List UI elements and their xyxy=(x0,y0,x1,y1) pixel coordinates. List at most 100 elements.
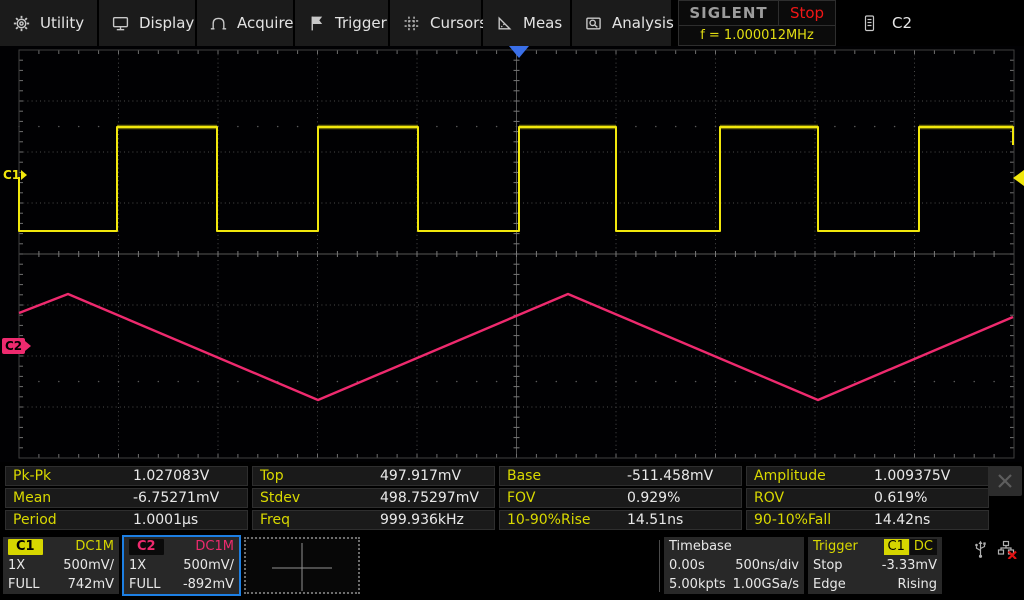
cursors-icon xyxy=(404,16,419,30)
timebase-scale-row: 0.00s 500ns/div xyxy=(664,556,804,575)
menu-label: Meas xyxy=(523,14,563,32)
menu-label: Display xyxy=(139,14,195,32)
trigger-slope: Rising xyxy=(897,577,937,592)
measurement-label: Pk-Pk xyxy=(13,468,52,484)
menu-label: Acquire xyxy=(237,14,294,32)
trigger-box[interactable]: Trigger C1 DC Stop -3.33mV Edge Rising xyxy=(808,537,942,594)
trigger-level-marker[interactable] xyxy=(1013,170,1024,186)
measurement-value: 0.929% xyxy=(627,490,681,506)
trigger-source: C1 xyxy=(883,538,909,555)
active-channel-indicator[interactable]: C2 xyxy=(862,0,912,46)
siglent-logo: SIGLENT xyxy=(679,1,779,25)
channel-badge: C2 xyxy=(129,538,164,555)
brand-status-box: SIGLENT Stop f = 1.000012MHz xyxy=(678,0,836,46)
menu-display[interactable]: Display xyxy=(99,0,197,46)
menu-utility[interactable]: Utility xyxy=(0,0,99,46)
trigger-coupling: DC xyxy=(909,538,937,555)
status-bar: C1 DC1M 1X 500mV/ FULL 742mV C2 DC1M 1X … xyxy=(0,534,1024,600)
vertical-offset: -892mV xyxy=(182,577,234,592)
channel-header-row: C2 DC1M xyxy=(124,537,239,556)
close-icon xyxy=(998,474,1012,488)
measurement-cell: 90-10%Fall 14.42ns xyxy=(746,510,989,530)
measure-icon xyxy=(498,16,512,30)
c1-position-marker[interactable]: C1 xyxy=(3,168,28,182)
channel-2-box[interactable]: C2 DC1M 1X 500mV/ FULL -892mV xyxy=(122,535,241,596)
vertical-offset: 742mV xyxy=(67,577,114,592)
trigger-level-row: Stop -3.33mV xyxy=(808,556,942,575)
vertical-scale: 500mV/ xyxy=(183,558,234,573)
probe-ratio: 1X xyxy=(129,558,147,573)
trigger-source-badges: C1 DC xyxy=(883,538,937,555)
measurement-label: Mean xyxy=(13,490,52,506)
channel-header-row: C1 DC1M xyxy=(3,537,119,556)
c2-marker-label: C2 xyxy=(2,338,26,354)
timebase-delay: 0.00s xyxy=(669,558,705,573)
display-icon xyxy=(112,16,129,30)
menu-cursors[interactable]: Cursors xyxy=(390,0,487,46)
bandwidth: FULL xyxy=(8,577,40,592)
gear-icon xyxy=(13,15,30,31)
measurement-value: 1.0001µs xyxy=(133,512,199,528)
timebase-box[interactable]: Timebase 0.00s 500ns/div 5.00kpts 1.00GS… xyxy=(664,537,804,594)
right-arrow-icon xyxy=(21,170,28,180)
coupling: DC1M xyxy=(195,539,234,554)
measurement-value: -511.458mV xyxy=(627,468,714,484)
measurement-label: ROV xyxy=(754,490,785,506)
menu-label: Trigger xyxy=(335,14,387,32)
menu-label: Cursors xyxy=(430,14,488,32)
measurement-cell: Mean -6.75271mV xyxy=(5,488,248,508)
measurement-value: -6.75271mV xyxy=(133,490,220,506)
measurement-label: Freq xyxy=(260,512,290,528)
c1-marker-label: C1 xyxy=(3,168,21,182)
run-state-indicator[interactable]: Stop xyxy=(779,1,835,25)
measurement-value: 14.51ns xyxy=(627,512,684,528)
status-icons xyxy=(972,540,1017,559)
close-measurements-button[interactable] xyxy=(988,466,1022,496)
add-channel-box[interactable] xyxy=(244,537,360,594)
measurement-label: FOV xyxy=(507,490,536,506)
trigger-slope-row: Edge Rising xyxy=(808,575,942,594)
trigger-state: Stop xyxy=(813,558,843,573)
channel-list-icon xyxy=(864,14,875,31)
coupling: DC1M xyxy=(75,539,114,554)
menu-label: Utility xyxy=(40,14,85,32)
channel-badge: C1 xyxy=(8,538,43,555)
lan-disconnected-icon xyxy=(997,540,1017,559)
measurement-cell: Top 497.917mV xyxy=(252,466,495,486)
waveform-display[interactable]: C1 C2 xyxy=(0,46,1024,462)
divider xyxy=(659,540,660,592)
vertical-scale: 500mV/ xyxy=(63,558,114,573)
measurement-cell: Base -511.458mV xyxy=(499,466,742,486)
measurement-value: 14.42ns xyxy=(874,512,931,528)
trigger-header-row: Trigger C1 DC xyxy=(808,537,942,556)
flag-icon xyxy=(311,16,323,30)
channel-1-box[interactable]: C1 DC1M 1X 500mV/ FULL 742mV xyxy=(3,537,119,594)
measurement-cell: Stdev 498.75297mV xyxy=(252,488,495,508)
menu-label: Analysis xyxy=(612,14,674,32)
trigger-title: Trigger xyxy=(813,539,858,554)
c2-position-marker[interactable]: C2 xyxy=(2,338,32,354)
measurement-value: 0.619% xyxy=(874,490,928,506)
trigger-position-marker[interactable] xyxy=(509,46,529,58)
probe-ratio: 1X xyxy=(8,558,26,573)
plus-cross-icon xyxy=(272,543,332,591)
timebase-scale: 500ns/div xyxy=(735,558,799,573)
menu-trigger[interactable]: Trigger xyxy=(295,0,390,46)
menu-meas[interactable]: Meas xyxy=(483,0,572,46)
waveform-grid xyxy=(18,49,1015,459)
measurement-value: 497.917mV xyxy=(380,468,462,484)
measurement-label: Amplitude xyxy=(754,468,826,484)
frequency-counter: f = 1.000012MHz xyxy=(700,28,814,43)
measurement-value: 1.009375V xyxy=(874,468,951,484)
brand-row: SIGLENT Stop xyxy=(679,1,835,26)
active-channel-label: C2 xyxy=(892,14,913,32)
channel-scale-row: 1X 500mV/ xyxy=(3,556,119,575)
channel-scale-row: 1X 500mV/ xyxy=(124,556,239,575)
measurement-label: Period xyxy=(13,512,57,528)
menu-analysis[interactable]: Analysis xyxy=(572,0,674,46)
acquire-icon xyxy=(210,17,227,30)
menu-acquire[interactable]: Acquire xyxy=(197,0,295,46)
timebase-header-row: Timebase xyxy=(664,537,804,556)
measurement-cell: ROV 0.619% xyxy=(746,488,989,508)
timebase-title: Timebase xyxy=(669,539,732,554)
